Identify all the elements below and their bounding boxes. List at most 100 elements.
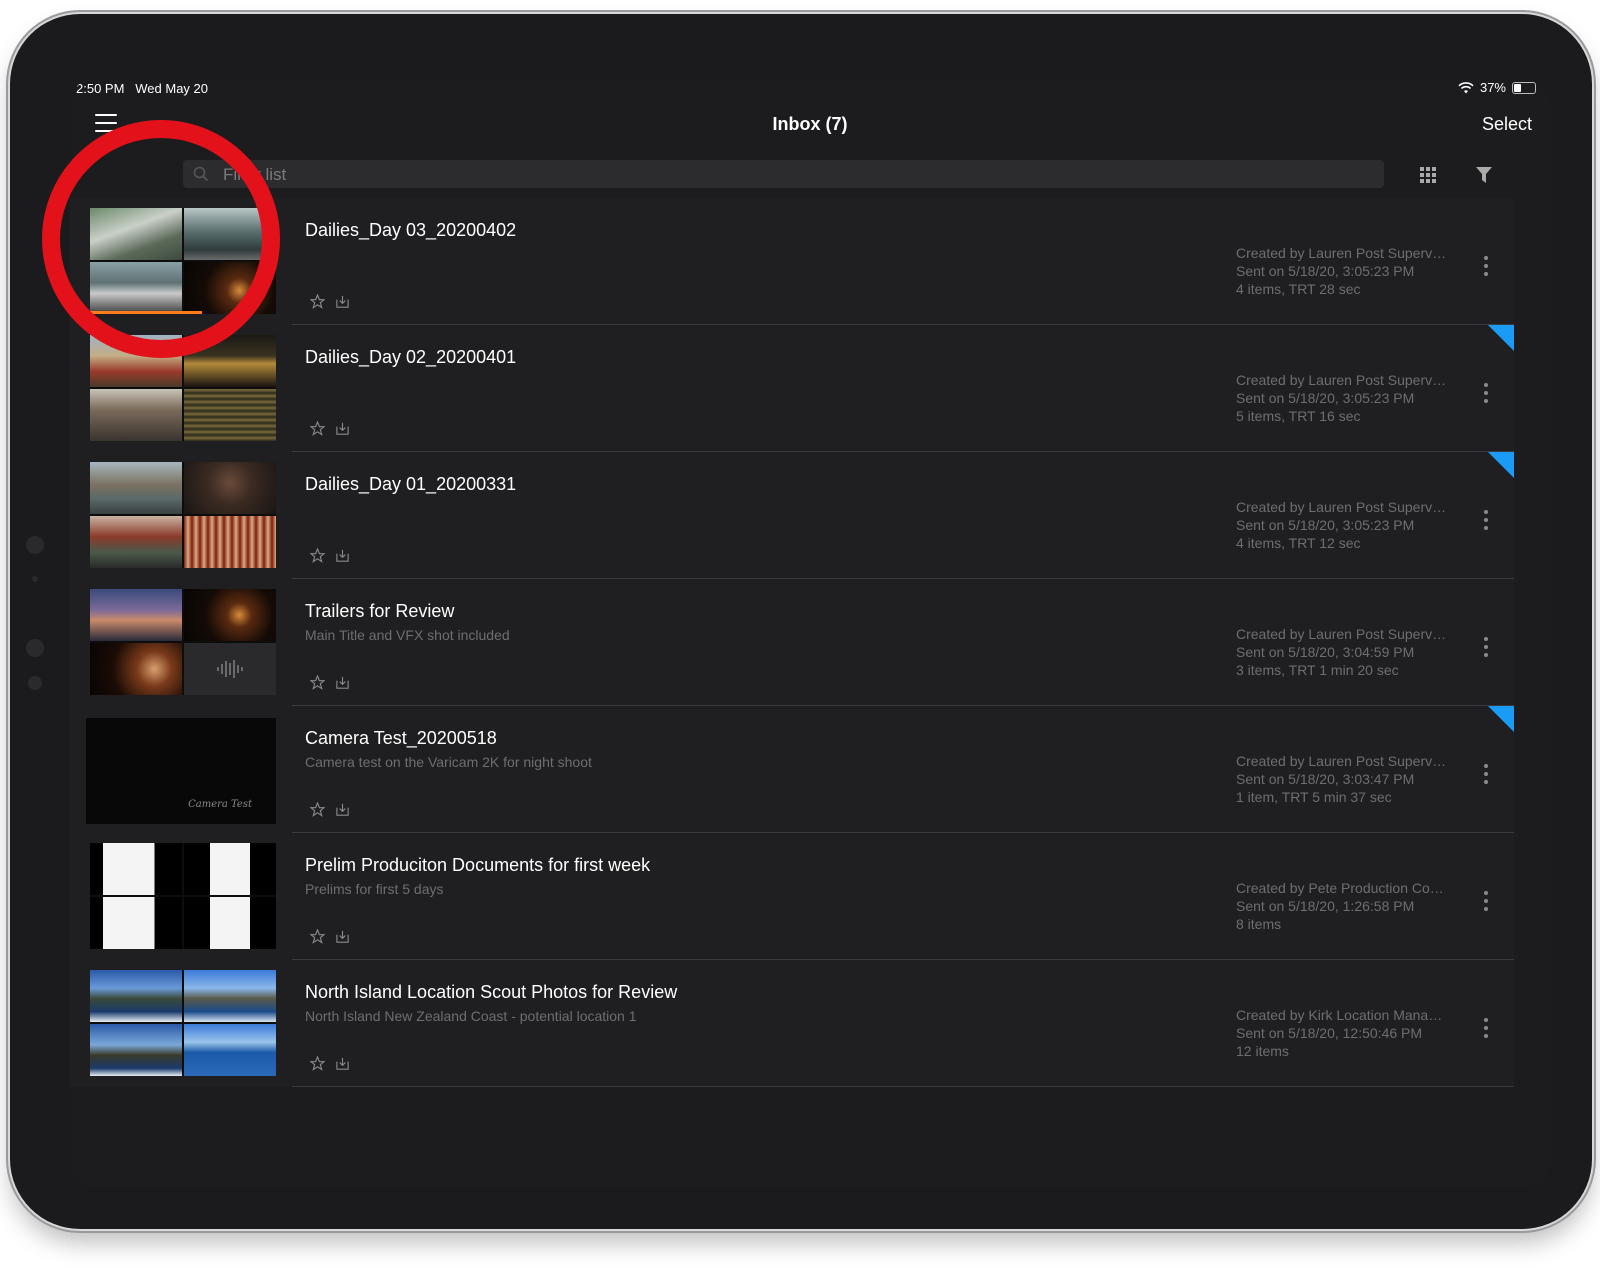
item-created-by: Created by Kirk Location Mana… — [1236, 1007, 1443, 1023]
item-actions — [310, 929, 350, 944]
navigation-bar: Inbox (7) Select — [70, 102, 1550, 152]
battery-icon — [1512, 81, 1536, 94]
sensor-dot — [26, 536, 44, 554]
battery-percent: 37% — [1479, 80, 1506, 95]
item-actions — [310, 294, 350, 309]
item-title: Trailers for Review — [305, 601, 455, 621]
item-count: 12 items — [1236, 1043, 1289, 1059]
item-sent-on: Sent on 5/18/20, 3:03:47 PM — [1236, 771, 1415, 787]
item-count: 4 items, TRT 12 sec — [1236, 535, 1361, 551]
star-icon[interactable] — [310, 929, 325, 944]
star-icon[interactable] — [310, 1056, 325, 1071]
status-time-text: 2:50 PM — [76, 81, 125, 96]
item-meta: Created by Lauren Post Superv… Sent on 5… — [1236, 244, 1461, 298]
star-icon[interactable] — [310, 294, 325, 309]
item-title: Dailies_Day 02_20200401 — [305, 347, 517, 367]
download-icon[interactable] — [335, 675, 350, 690]
unread-flag — [1488, 706, 1514, 732]
item-count: 3 items, TRT 1 min 20 sec — [1236, 662, 1399, 678]
item-created-by: Created by Lauren Post Superv… — [1236, 372, 1447, 388]
item-count: 5 items, TRT 16 sec — [1236, 408, 1361, 424]
star-icon[interactable] — [310, 548, 325, 563]
sensor-dot — [28, 676, 42, 690]
thumbnail-caption: Camera Test — [188, 799, 252, 810]
battery-fill — [1514, 83, 1521, 92]
download-icon[interactable] — [335, 421, 350, 436]
app-screen: 2:50 PM Wed May 20 37% Inbox (7) Select … — [70, 78, 1550, 1188]
thumbnail — [90, 843, 276, 949]
item-meta: Created by Lauren Post Superv… Sent on 5… — [1236, 371, 1461, 425]
status-time: 2:50 PM Wed May 20 — [76, 81, 208, 96]
row-divider — [292, 1086, 1514, 1087]
item-meta: Created by Lauren Post Superv… Sent on 5… — [1236, 498, 1461, 552]
item-actions — [310, 675, 350, 690]
item-created-by: Created by Lauren Post Superv… — [1236, 245, 1447, 261]
camera-lens — [26, 639, 44, 657]
item-count: 8 items — [1236, 916, 1282, 932]
list-item[interactable]: Prelim Produciton Documents for first we… — [70, 833, 1514, 960]
search-bar[interactable] — [183, 160, 1384, 190]
item-sent-on: Sent on 5/18/20, 3:05:23 PM — [1236, 263, 1415, 279]
star-icon[interactable] — [310, 675, 325, 690]
item-title: Camera Test_20200518 — [305, 728, 497, 748]
item-title: Prelim Produciton Documents for first we… — [305, 855, 651, 875]
filter-list-input[interactable] — [221, 160, 1365, 190]
item-subtitle: North Island New Zealand Coast - potenti… — [305, 1008, 637, 1024]
funnel-filter-icon[interactable] — [1476, 167, 1492, 183]
download-icon[interactable] — [335, 548, 350, 563]
list-item[interactable]: Dailies_Day 02_20200401 Created by Laure… — [70, 325, 1514, 452]
sensor-dot — [32, 576, 38, 582]
item-count: 4 items, TRT 28 sec — [1236, 281, 1361, 297]
vertical-ellipsis-icon[interactable] — [1482, 1016, 1490, 1040]
item-created-by: Created by Lauren Post Superv… — [1236, 499, 1447, 515]
list-item[interactable]: Dailies_Day 03_20200402 Created by Laure… — [70, 198, 1514, 325]
item-sent-on: Sent on 5/18/20, 3:05:23 PM — [1236, 390, 1415, 406]
list-item[interactable]: North Island Location Scout Photos for R… — [70, 960, 1514, 1087]
item-sent-on: Sent on 5/18/20, 1:26:58 PM — [1236, 898, 1415, 914]
download-icon[interactable] — [335, 1056, 350, 1071]
vertical-ellipsis-icon[interactable] — [1482, 508, 1490, 532]
vertical-ellipsis-icon[interactable] — [1482, 889, 1490, 913]
item-title: Dailies_Day 03_20200402 — [305, 220, 517, 240]
thumbnail — [90, 462, 276, 568]
download-icon[interactable] — [335, 929, 350, 944]
audio-waveform-icon — [217, 660, 243, 678]
star-icon[interactable] — [310, 802, 325, 817]
item-title: Dailies_Day 01_20200331 — [305, 474, 517, 494]
grid-view-icon[interactable] — [1420, 167, 1436, 183]
select-button[interactable]: Select — [1482, 114, 1532, 135]
item-subtitle: Camera test on the Varicam 2K for night … — [305, 754, 592, 770]
item-meta: Created by Pete Production Co… Sent on 5… — [1236, 879, 1461, 933]
item-sent-on: Sent on 5/18/20, 3:04:59 PM — [1236, 644, 1415, 660]
list-item[interactable]: Dailies_Day 01_20200331 Created by Laure… — [70, 452, 1514, 579]
item-actions — [310, 548, 350, 563]
thumbnail — [90, 970, 276, 1076]
vertical-ellipsis-icon[interactable] — [1482, 762, 1490, 786]
list-item[interactable]: Camera Test Camera Test_20200518 Camera … — [70, 706, 1514, 833]
item-actions — [310, 421, 350, 436]
item-meta: Created by Lauren Post Superv… Sent on 5… — [1236, 752, 1461, 806]
item-title: North Island Location Scout Photos for R… — [305, 982, 678, 1002]
item-meta: Created by Lauren Post Superv… Sent on 5… — [1236, 625, 1461, 679]
star-icon[interactable] — [310, 421, 325, 436]
vertical-ellipsis-icon[interactable] — [1482, 635, 1490, 659]
item-created-by: Created by Lauren Post Superv… — [1236, 626, 1447, 642]
status-date-text: Wed May 20 — [135, 81, 209, 96]
item-actions — [310, 802, 350, 817]
download-icon[interactable] — [335, 802, 350, 817]
download-icon[interactable] — [335, 294, 350, 309]
item-actions — [310, 1056, 350, 1071]
vertical-ellipsis-icon[interactable] — [1482, 254, 1490, 278]
item-subtitle: Main Title and VFX shot included — [305, 627, 510, 643]
unread-flag — [1488, 325, 1514, 351]
item-subtitle: Prelims for first 5 days — [305, 881, 444, 897]
item-created-by: Created by Pete Production Co… — [1236, 880, 1444, 896]
thumbnail: Camera Test — [86, 718, 276, 824]
page-title: Inbox (7) — [772, 114, 848, 134]
unread-flag — [1488, 452, 1514, 478]
item-count: 1 item, TRT 5 min 37 sec — [1236, 789, 1392, 805]
vertical-ellipsis-icon[interactable] — [1482, 381, 1490, 405]
status-bar: 2:50 PM Wed May 20 37% — [70, 78, 1550, 100]
thumbnail — [90, 589, 276, 695]
list-item[interactable]: Trailers for Review Main Title and VFX s… — [70, 579, 1514, 706]
